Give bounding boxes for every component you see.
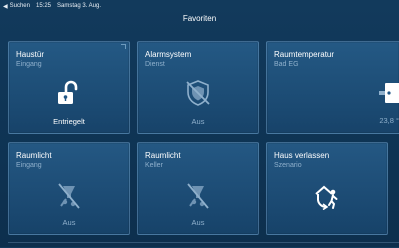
tile-title: Alarmsystem: [145, 50, 192, 59]
next-row-edge: [8, 242, 399, 248]
tile-subtitle: Dienst: [145, 61, 165, 68]
tile-haustuer[interactable]: Haustür Eingang Entriegelt: [8, 41, 130, 134]
tile-title: Haustür: [16, 50, 45, 59]
light-off-icon: [187, 183, 209, 209]
tile-subtitle: Bad EG: [274, 61, 299, 68]
tile-subtitle: Keller: [145, 162, 163, 169]
tile-alarmsystem[interactable]: Alarmsystem Dienst Aus: [137, 41, 259, 134]
thermostat-icon: [379, 83, 399, 103]
page-title: Favoriten: [182, 14, 217, 23]
tile-title: Raumlicht: [145, 151, 181, 160]
status-date: Samstag 3. Aug.: [57, 3, 102, 9]
corner-indicator: [121, 44, 126, 49]
tile-title: Raumlicht: [16, 151, 52, 160]
light-off-icon: [58, 183, 80, 209]
status-time: 15:25: [35, 3, 51, 9]
back-label: Suchen: [9, 3, 30, 9]
tile-status: Aus: [191, 218, 205, 227]
back-to-search[interactable]: ◀ Suchen: [3, 3, 30, 10]
leave-house-icon: [315, 185, 338, 210]
tile-status: Aus: [191, 117, 205, 126]
tile-title: Haus verlassen: [274, 151, 330, 160]
tile-haus-verlassen[interactable]: Haus verlassen Szenario: [266, 142, 388, 235]
status-bar: ◀ Suchen 15:25 Samstag 3. Aug.: [0, 0, 399, 12]
tile-status: Entriegelt: [53, 117, 85, 126]
shield-off-icon: [186, 80, 210, 106]
back-chevron-icon: ◀: [3, 3, 8, 10]
tile-subtitle: Eingang: [16, 61, 42, 68]
tile-status: 23,8 °: [379, 116, 399, 125]
tile-title: Raumtemperatur: [274, 50, 335, 59]
tile-raumtemperatur[interactable]: Raumtemperatur Bad EG 23,8 °: [266, 41, 399, 134]
tile-subtitle: Eingang: [16, 162, 42, 169]
tile-raumlicht-eingang[interactable]: Raumlicht Eingang Aus: [8, 142, 130, 235]
tile-status: Aus: [62, 218, 76, 227]
tile-raumlicht-keller[interactable]: Raumlicht Keller Aus: [137, 142, 259, 235]
tile-subtitle: Szenario: [274, 162, 302, 169]
unlocked-padlock-icon: [58, 80, 78, 104]
